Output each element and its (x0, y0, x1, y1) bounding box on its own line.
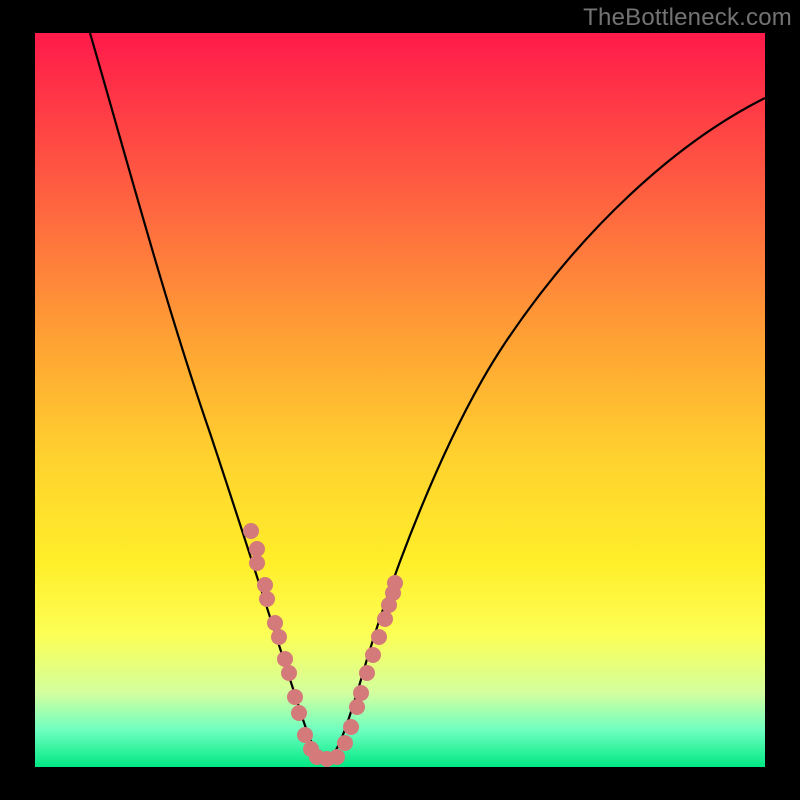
chart-plot-area (35, 33, 765, 767)
chart-svg (35, 33, 765, 767)
dot-overlay-bottom (309, 749, 345, 767)
dot-overlay-left (243, 523, 319, 757)
dot-overlay-right (337, 575, 403, 751)
main-curve (90, 33, 765, 759)
chart-frame: TheBottleneck.com (0, 0, 800, 800)
watermark-text: TheBottleneck.com (583, 4, 792, 32)
